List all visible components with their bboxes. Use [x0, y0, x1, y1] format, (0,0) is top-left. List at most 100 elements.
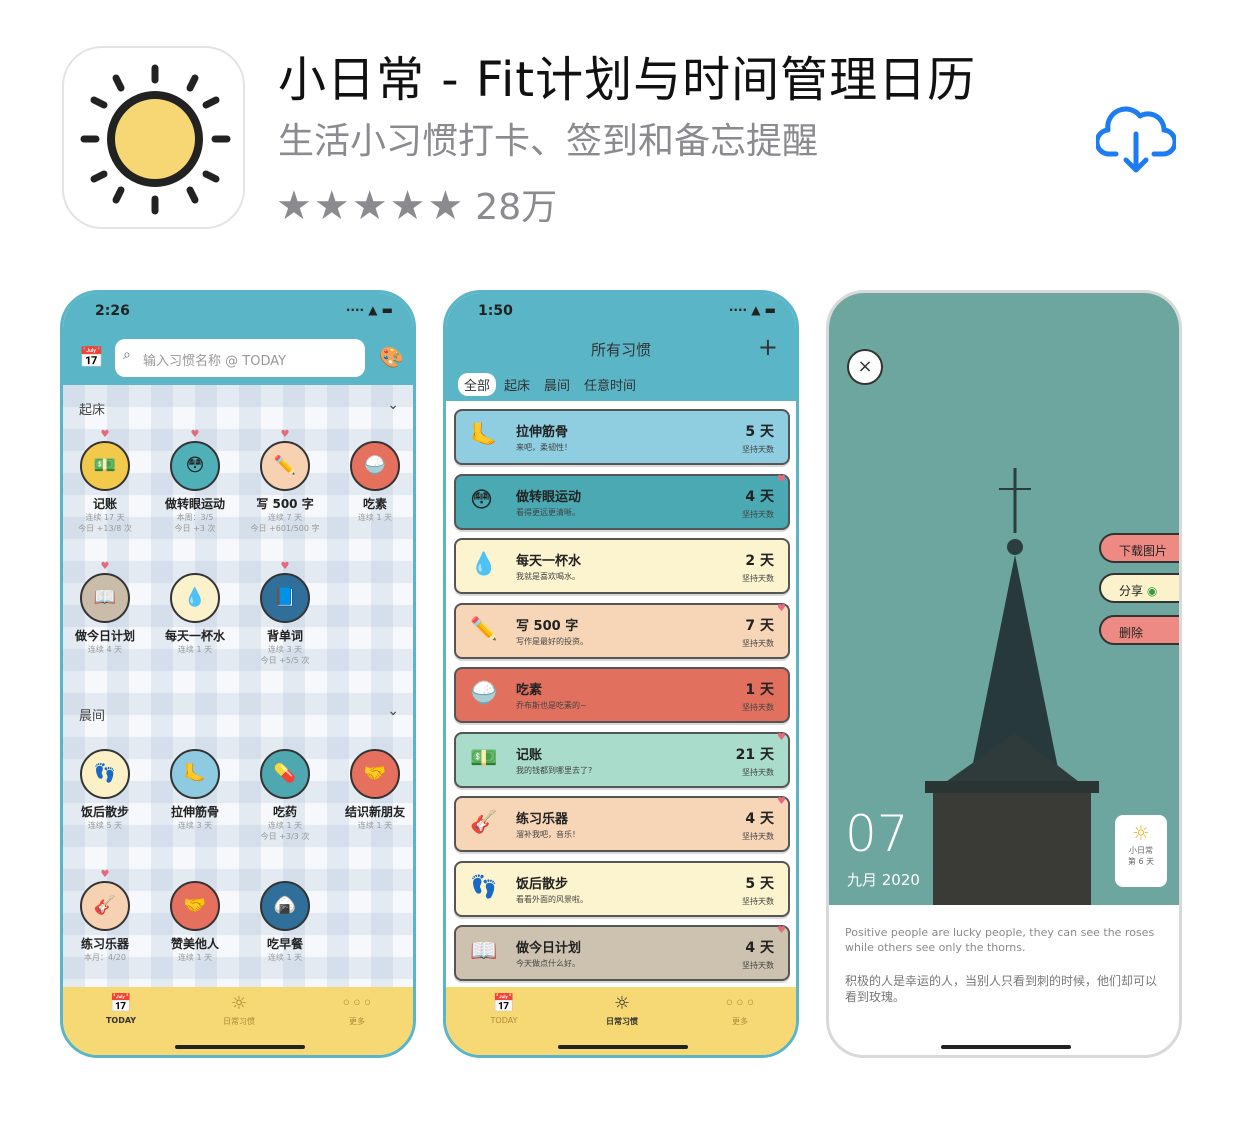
habit-item[interactable]: 🍚 吃素 连续 1 天	[331, 429, 413, 523]
habit-item[interactable]: 🤝 结识新朋友 连续 1 天	[331, 737, 413, 831]
habit-item[interactable]: 💧 每天一杯水 连续 1 天	[151, 561, 239, 655]
habit-item[interactable]: ♥ 🎸 练习乐器 本月：4/20	[63, 869, 149, 963]
habit-item[interactable]: ♥ 😳 做转眼运动 本周：3/5 今日 +3 次	[151, 429, 239, 534]
habit-card[interactable]: 😳 做转眼运动 看得更远更清晰。 4 天坚持天数 ♥	[454, 473, 790, 530]
tab-today[interactable]: 📅 TODAY	[454, 993, 554, 1025]
habit-motto: 溜补我吧，音乐！	[516, 830, 580, 839]
screenshot-all-habits: 1:50 ···· ▲ ▬ 所有习惯 + 全部 起床 晨间 任意时间 🦶 拉伸筋骨 来吧，…	[443, 290, 799, 1058]
heart-icon: ♥	[777, 473, 786, 485]
streak-days: 5 天	[745, 875, 774, 892]
habit-card[interactable]: 💵 记账 我的钱都到哪里去了? 21 天坚持天数 ♥	[454, 731, 790, 788]
streak-days: 2 天	[745, 553, 774, 569]
habit-item[interactable]: 🦶 拉伸筋骨 连续 3 天	[151, 737, 239, 831]
habit-motto: 我的钱都到哪里去了?	[516, 765, 593, 775]
page-title: 所有习惯	[590, 341, 651, 359]
section-title: 起床	[79, 403, 106, 418]
habit-item[interactable]: 🍙 吃早餐 连续 1 天	[241, 869, 329, 963]
home-indicator	[175, 1045, 305, 1049]
habit-item[interactable]: ♥ 📖 做今日计划 连续 4 天	[63, 561, 149, 655]
streak-label: 坚持天数	[742, 703, 774, 712]
habit-motto: 看得更远更清晰。	[516, 507, 580, 517]
habit-icon: ✏️	[470, 616, 498, 642]
tab-wake[interactable]: 起床	[498, 373, 536, 396]
download-image-button[interactable]: 下载图片	[1099, 533, 1179, 563]
habit-item[interactable]: ♥ 💵 记账 连续 17 天今日 +13/8 次	[63, 429, 149, 534]
habit-card[interactable]: 👣 饭后散步 看看外面的风景啦。 5 天坚持天数	[454, 860, 790, 917]
status-icons: ···· ▲ ▬	[345, 303, 393, 317]
search-placeholder: 输入习惯名称 @ TODAY	[143, 354, 287, 369]
streak-label: 坚持天数	[742, 767, 774, 777]
quote-chinese: 积极的人是幸运的人，当别人只看到刺的时候，他们却可以看到玫瑰。	[845, 974, 1158, 1004]
habit-card[interactable]: 🦶 拉伸筋骨 来吧，柔韧性！ 5 天坚持天数	[454, 409, 790, 465]
habit-item[interactable]: ♥ 📘 背单词 连续 3 天今日 +5/5 次	[241, 561, 329, 666]
day-number: 07	[845, 805, 909, 863]
habit-card[interactable]: 📖 做今日计划 今天做点什么好。 4 天坚持天数 ♥	[454, 925, 790, 981]
habit-item[interactable]: 🤝 赞美他人 连续 1 天	[151, 869, 239, 963]
habit-icon: 💧	[470, 552, 498, 577]
streak-days: 7 天	[745, 617, 774, 634]
habit-icon: 🦶	[470, 423, 498, 448]
heart-icon: ♥	[777, 602, 786, 614]
app-title: 小日常 - Fit计划与时间管理日历	[278, 52, 977, 108]
habit-name: 写 500 字	[516, 618, 579, 634]
habit-item[interactable]: 💊 吃药 连续 1 天今日 +3/3 次	[241, 737, 329, 842]
add-habit-button[interactable]: +	[758, 333, 778, 361]
habit-name: 吃素	[516, 683, 543, 698]
app-subtitle: 生活小习惯打卡、签到和备忘提醒	[278, 121, 819, 162]
share-button[interactable]: 分享 ◉	[1099, 573, 1179, 603]
theme-icon[interactable]: 🎨	[379, 345, 404, 369]
habit-name: 记账	[516, 747, 543, 763]
today-tab-icon: 📅	[492, 993, 516, 1014]
streak-label: 坚持天数	[742, 638, 774, 648]
habit-name: 做今日计划	[516, 941, 582, 956]
heart-icon: ♥	[777, 731, 786, 743]
home-indicator	[558, 1045, 688, 1049]
calendar-icon[interactable]: 📅	[79, 345, 104, 369]
section-title: 晨间	[79, 709, 106, 724]
status-time: 1:50	[478, 303, 513, 319]
habit-icon: 👣	[470, 874, 498, 900]
sun-tab-icon: ☼	[613, 993, 631, 1014]
delete-button[interactable]: 删除	[1099, 615, 1179, 645]
close-button[interactable]: ×	[847, 349, 883, 385]
habit-motto: 来吧，柔韧性！	[516, 443, 572, 452]
habit-name: 每天一杯水	[516, 554, 582, 569]
habit-icon: 🎸	[470, 810, 498, 835]
tab-habits[interactable]: ☼ 日常习惯	[189, 993, 289, 1027]
habit-icon: 🍚	[470, 681, 498, 706]
sun-icon: ☼	[1132, 821, 1150, 845]
streak-label: 坚持天数	[742, 961, 774, 970]
habit-icon: 📖	[470, 939, 498, 964]
status-icons: ···· ▲ ▬	[728, 303, 776, 317]
habit-card[interactable]: 💧 每天一杯水 我就是喜欢喝水。 2 天坚持天数	[454, 538, 790, 594]
streak-days: 4 天	[745, 811, 774, 827]
chevron-down-icon[interactable]: ⌄	[387, 703, 399, 719]
habit-name: 练习乐器	[516, 812, 569, 827]
habit-card[interactable]: 🍚 吃素 乔布斯也是吃素的~ 1 天坚持天数	[454, 667, 790, 723]
tab-all[interactable]: 全部	[458, 373, 497, 396]
tab-more[interactable]: ◦◦◦ 更多	[690, 993, 790, 1027]
app-badge: ☼ 小日常 第 6 天	[1115, 815, 1167, 887]
rating: ★★★★★ 28万	[276, 178, 557, 230]
habit-card[interactable]: 🎸 练习乐器 溜补我吧，音乐！ 4 天坚持天数 ♥	[454, 796, 790, 852]
tab-more[interactable]: ◦◦◦ 更多	[307, 993, 407, 1027]
more-icon: ◦◦◦	[341, 993, 373, 1014]
sun-tab-icon: ☼	[230, 993, 248, 1014]
month-year: 九月 2020	[847, 871, 920, 889]
screenshot-daily-card: × 下载图片 分享 ◉ 删除 07 九月 2020 ☼ 小日常 第 6 天 Po…	[826, 290, 1182, 1058]
search-input[interactable]: ⌕ 输入习惯名称 @ TODAY	[115, 339, 365, 377]
heart-icon: ♥	[777, 796, 786, 807]
streak-days: 4 天	[745, 488, 774, 505]
habit-name: 饭后散步	[516, 876, 569, 892]
today-tab-icon: 📅	[109, 993, 133, 1014]
tab-habits[interactable]: ☼ 日常习惯	[572, 993, 672, 1027]
tab-morning[interactable]: 晨间	[538, 373, 576, 396]
tab-anytime[interactable]: 任意时间	[578, 373, 642, 396]
download-cloud-icon[interactable]	[1094, 100, 1178, 180]
habit-item[interactable]: 👣 饭后散步 连续 5 天	[63, 737, 149, 831]
habit-item[interactable]: ♥ ✏️ 写 500 字连续 7 天今日 +601/500 字	[241, 429, 329, 534]
chevron-down-icon[interactable]: ⌄	[387, 397, 399, 413]
tab-today[interactable]: 📅 TODAY	[71, 993, 171, 1025]
streak-days: 5 天	[745, 424, 774, 440]
habit-card[interactable]: ✏️ 写 500 字写作是最好的投资。 7 天坚持天数 ♥	[454, 602, 790, 659]
